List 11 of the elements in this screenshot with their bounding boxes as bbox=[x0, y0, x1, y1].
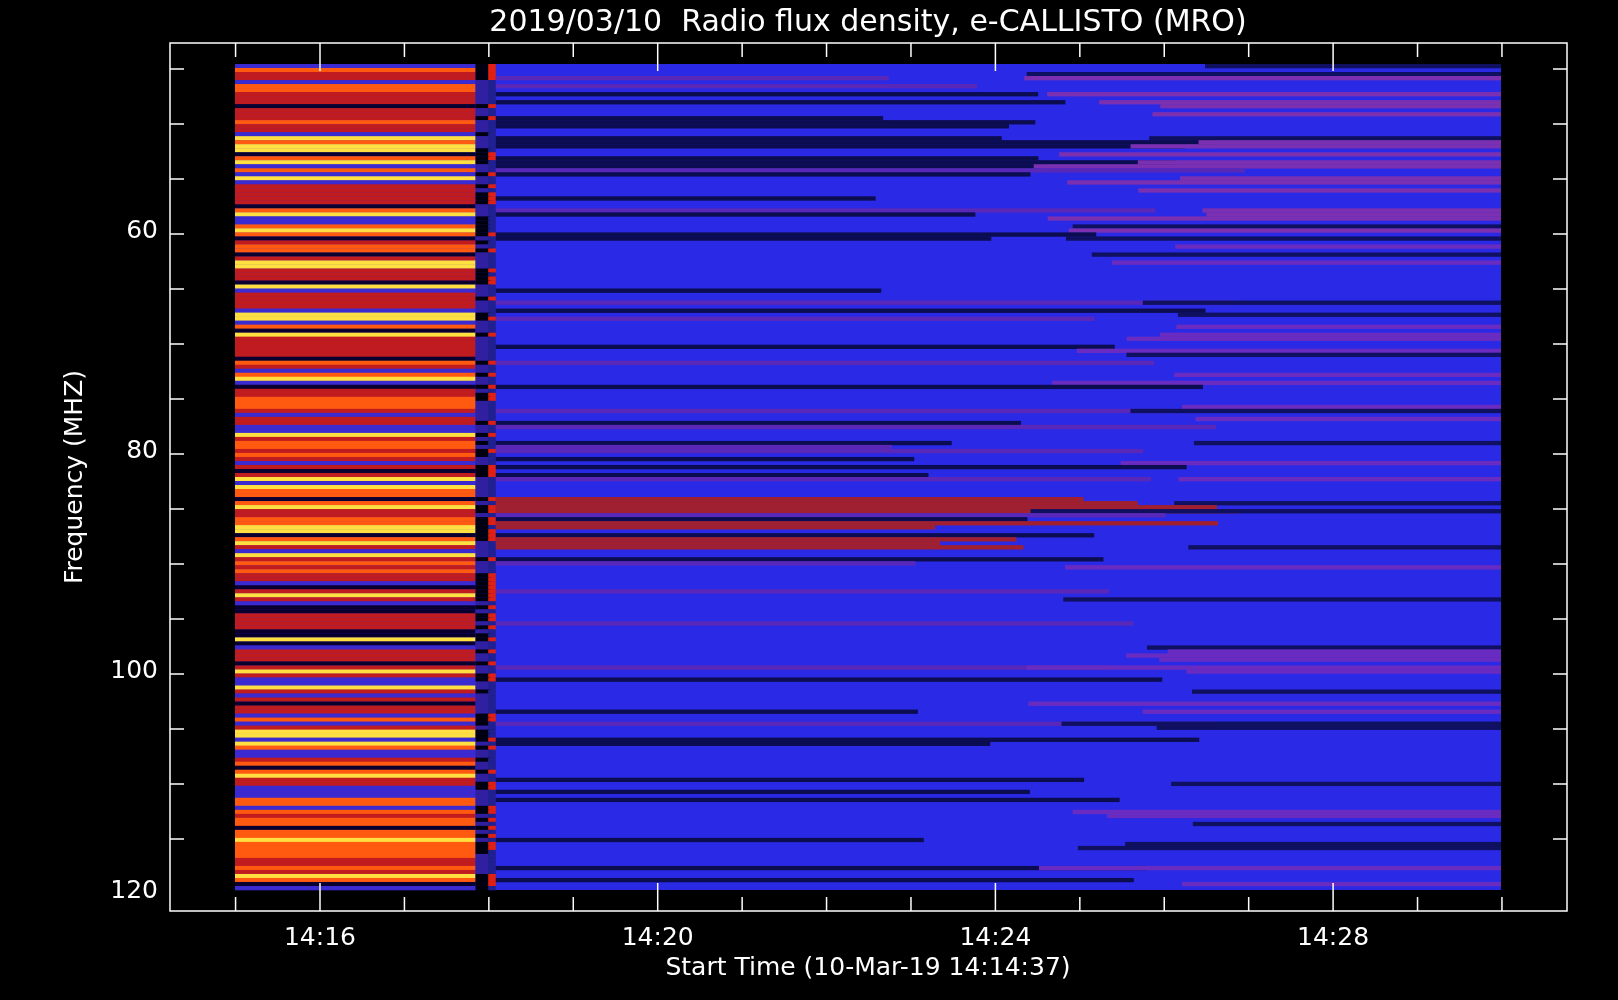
x-tick-label: 14:24 bbox=[959, 922, 1032, 951]
chart-title: 2019/03/10 Radio flux density, e-CALLISTO (MRO) bbox=[489, 3, 1247, 38]
x-axis-label: Start Time (10-Mar-19 14:14:37) bbox=[665, 952, 1071, 981]
x-tick-label: 14:16 bbox=[284, 922, 356, 951]
y-tick-label: 80 bbox=[126, 435, 158, 464]
x-tick-label: 14:28 bbox=[1297, 922, 1370, 951]
y-axis-label: Frequency (MHZ) bbox=[59, 369, 88, 585]
x-tick-label: 14:20 bbox=[621, 922, 694, 951]
y-tick-label: 120 bbox=[110, 875, 158, 904]
y-tick-label: 100 bbox=[110, 655, 158, 684]
y-tick-label: 60 bbox=[126, 215, 158, 244]
